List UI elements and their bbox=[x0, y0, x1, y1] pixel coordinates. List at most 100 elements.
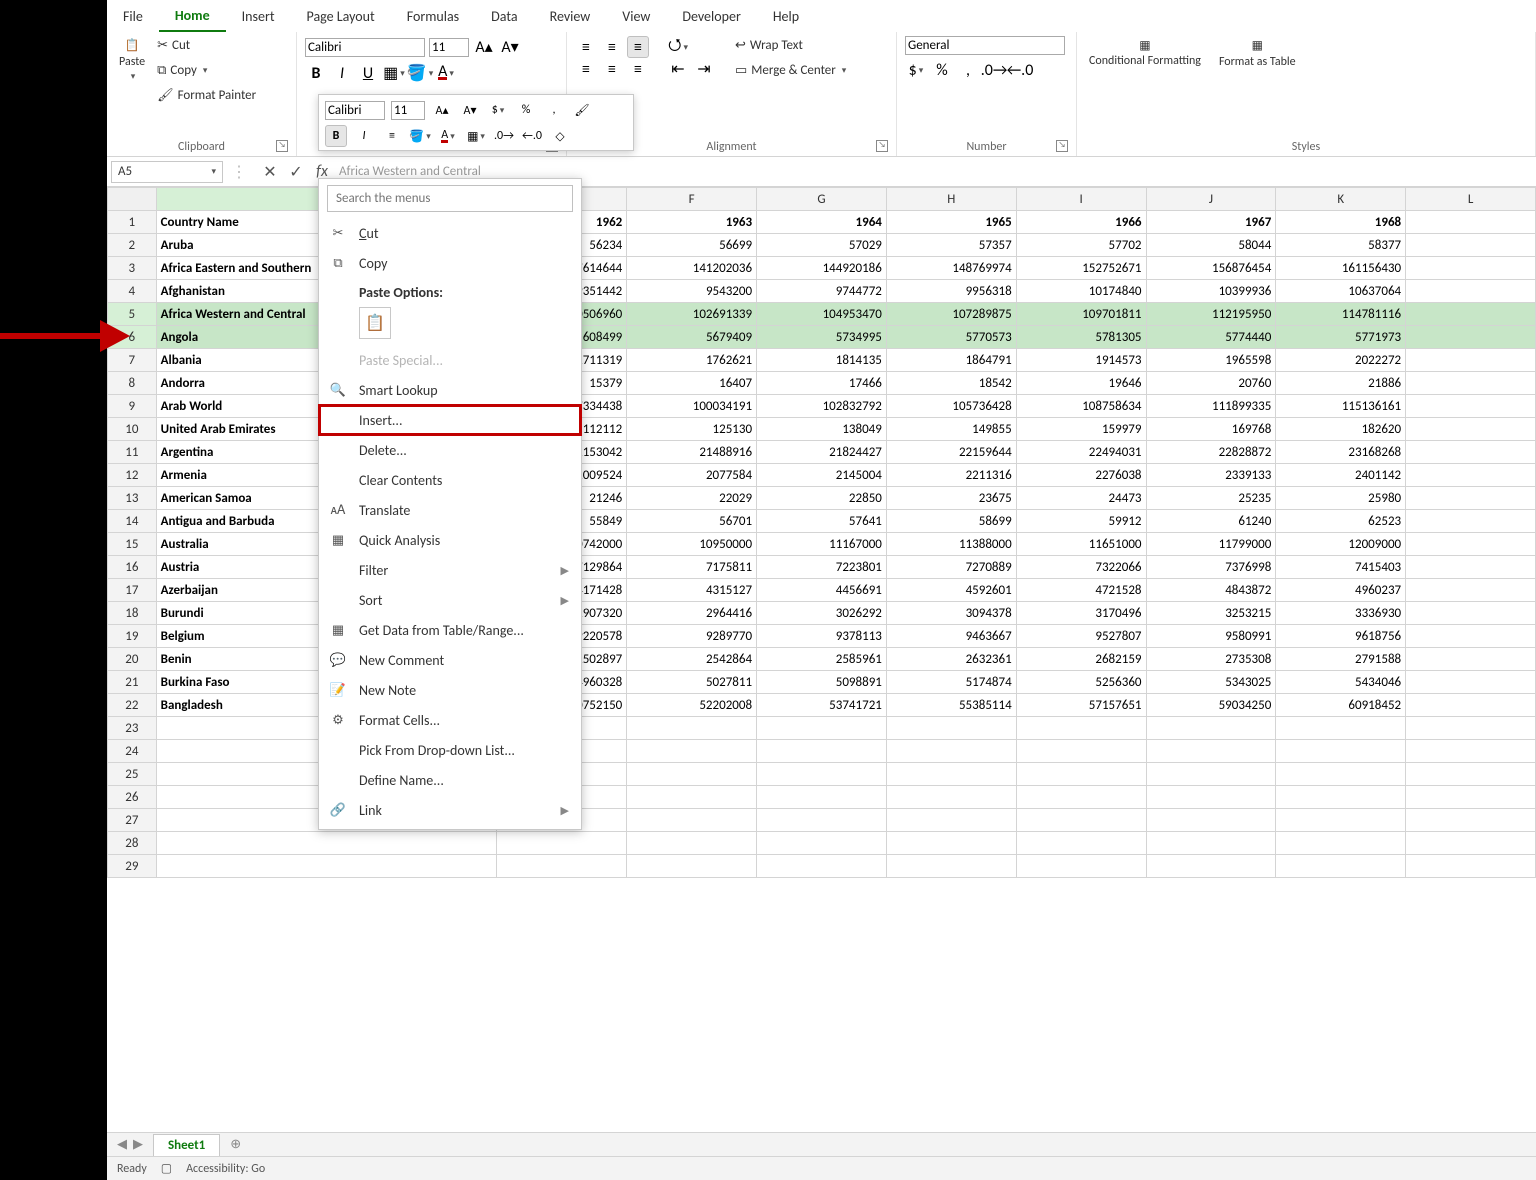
cell[interactable]: 114781116 bbox=[1276, 303, 1406, 326]
align-left-icon[interactable]: ≡ bbox=[575, 58, 597, 80]
cell[interactable]: 17466 bbox=[757, 372, 887, 395]
cell[interactable]: 53741721 bbox=[757, 694, 887, 717]
new-sheet-icon[interactable]: ⊕ bbox=[220, 1137, 251, 1152]
cell[interactable]: 9463667 bbox=[886, 625, 1016, 648]
cell[interactable]: 7175811 bbox=[627, 556, 757, 579]
cell[interactable] bbox=[1276, 740, 1406, 763]
cell[interactable]: 2339133 bbox=[1146, 464, 1276, 487]
row-header[interactable]: 14 bbox=[108, 510, 157, 533]
cell[interactable] bbox=[757, 809, 887, 832]
cell[interactable]: 1814135 bbox=[757, 349, 887, 372]
cell[interactable]: 159979 bbox=[1016, 418, 1146, 441]
cell[interactable]: 10950000 bbox=[627, 533, 757, 556]
mini-border-icon[interactable]: ▦▾ bbox=[465, 125, 487, 147]
cell[interactable] bbox=[1406, 717, 1536, 740]
mini-dec-decimal-icon[interactable]: ←.0 bbox=[521, 125, 543, 147]
cell[interactable]: 5098891 bbox=[757, 671, 887, 694]
cell[interactable] bbox=[886, 832, 1016, 855]
cell[interactable] bbox=[627, 855, 757, 878]
cell[interactable]: 1965598 bbox=[1146, 349, 1276, 372]
mini-font-size[interactable] bbox=[391, 101, 425, 120]
decrease-font-icon[interactable]: A▾ bbox=[499, 36, 521, 58]
col-J[interactable]: J bbox=[1146, 188, 1276, 211]
tab-formulas[interactable]: Formulas bbox=[391, 2, 475, 31]
increase-decimal-icon[interactable]: .0→ bbox=[983, 59, 1005, 81]
cell[interactable]: 149855 bbox=[886, 418, 1016, 441]
cell[interactable]: 11388000 bbox=[886, 533, 1016, 556]
paste-button[interactable]: 📋 Paste ▾ bbox=[115, 36, 149, 138]
cell[interactable]: 57157651 bbox=[1016, 694, 1146, 717]
col-H[interactable]: H bbox=[886, 188, 1016, 211]
cell[interactable] bbox=[1406, 832, 1536, 855]
alignment-launcher[interactable]: ↘ bbox=[876, 140, 888, 152]
cell[interactable]: 3253215 bbox=[1146, 602, 1276, 625]
cell[interactable]: 7322066 bbox=[1016, 556, 1146, 579]
increase-font-icon[interactable]: A▴ bbox=[473, 36, 495, 58]
cell[interactable]: 57641 bbox=[757, 510, 887, 533]
cell[interactable]: 21824427 bbox=[757, 441, 887, 464]
cell[interactable]: 1966 bbox=[1016, 211, 1146, 234]
bold-button[interactable]: B bbox=[305, 62, 327, 84]
cell[interactable] bbox=[627, 717, 757, 740]
cell[interactable]: 5434046 bbox=[1276, 671, 1406, 694]
cell[interactable]: 21886 bbox=[1276, 372, 1406, 395]
tab-view[interactable]: View bbox=[606, 2, 666, 31]
cell[interactable] bbox=[1276, 717, 1406, 740]
row-header[interactable]: 23 bbox=[108, 717, 157, 740]
cell[interactable]: 107289875 bbox=[886, 303, 1016, 326]
cell[interactable]: 5679409 bbox=[627, 326, 757, 349]
mini-bold-icon[interactable]: B bbox=[325, 125, 347, 147]
row-header[interactable]: 16 bbox=[108, 556, 157, 579]
row-header[interactable]: 18 bbox=[108, 602, 157, 625]
percent-icon[interactable]: % bbox=[931, 59, 953, 81]
cell[interactable]: 5343025 bbox=[1146, 671, 1276, 694]
cell[interactable]: 1965 bbox=[886, 211, 1016, 234]
cell[interactable]: 4592601 bbox=[886, 579, 1016, 602]
enter-edit-icon[interactable]: ✓ bbox=[287, 162, 305, 182]
cell[interactable]: 58699 bbox=[886, 510, 1016, 533]
cell[interactable] bbox=[1146, 855, 1276, 878]
cell[interactable]: 102832792 bbox=[757, 395, 887, 418]
tab-home[interactable]: Home bbox=[159, 1, 226, 32]
row-header[interactable]: 11 bbox=[108, 441, 157, 464]
cell[interactable]: 5774440 bbox=[1146, 326, 1276, 349]
row-header[interactable]: 21 bbox=[108, 671, 157, 694]
cell[interactable] bbox=[886, 809, 1016, 832]
cell[interactable]: 1864791 bbox=[886, 349, 1016, 372]
cell[interactable] bbox=[1406, 326, 1536, 349]
cell[interactable]: 57702 bbox=[1016, 234, 1146, 257]
cell[interactable]: 2632361 bbox=[886, 648, 1016, 671]
cell[interactable]: 2276038 bbox=[1016, 464, 1146, 487]
cell[interactable] bbox=[627, 740, 757, 763]
cell[interactable] bbox=[1016, 809, 1146, 832]
cell[interactable]: 4456691 bbox=[757, 579, 887, 602]
cell[interactable] bbox=[1016, 740, 1146, 763]
row-header[interactable]: 9 bbox=[108, 395, 157, 418]
cell[interactable]: 11799000 bbox=[1146, 533, 1276, 556]
cell[interactable]: 19646 bbox=[1016, 372, 1146, 395]
cell[interactable]: 10637064 bbox=[1276, 280, 1406, 303]
cell[interactable] bbox=[1406, 510, 1536, 533]
row-header[interactable]: 26 bbox=[108, 786, 157, 809]
cell[interactable] bbox=[1406, 671, 1536, 694]
cell[interactable]: 58044 bbox=[1146, 234, 1276, 257]
cell[interactable] bbox=[757, 786, 887, 809]
cell[interactable] bbox=[1406, 533, 1536, 556]
row-header[interactable]: 2 bbox=[108, 234, 157, 257]
cell[interactable] bbox=[1276, 855, 1406, 878]
cell[interactable] bbox=[1406, 464, 1536, 487]
cell[interactable]: 5174874 bbox=[886, 671, 1016, 694]
cell[interactable]: 108758634 bbox=[1016, 395, 1146, 418]
cell[interactable]: 9527807 bbox=[1016, 625, 1146, 648]
mini-align-icon[interactable]: ≡ bbox=[381, 125, 403, 147]
align-right-icon[interactable]: ≡ bbox=[627, 58, 649, 80]
mini-accounting-icon[interactable]: $▾ bbox=[487, 99, 509, 121]
cell[interactable]: 21488916 bbox=[627, 441, 757, 464]
cm-insert[interactable]: Insert... bbox=[319, 405, 581, 435]
cell[interactable]: 9289770 bbox=[627, 625, 757, 648]
font-name[interactable] bbox=[305, 38, 425, 57]
cell[interactable]: 5771973 bbox=[1276, 326, 1406, 349]
macro-record-icon[interactable]: ▢ bbox=[161, 1161, 172, 1176]
cm-pick-list[interactable]: Pick From Drop-down List... bbox=[319, 735, 581, 765]
row-header[interactable]: 12 bbox=[108, 464, 157, 487]
